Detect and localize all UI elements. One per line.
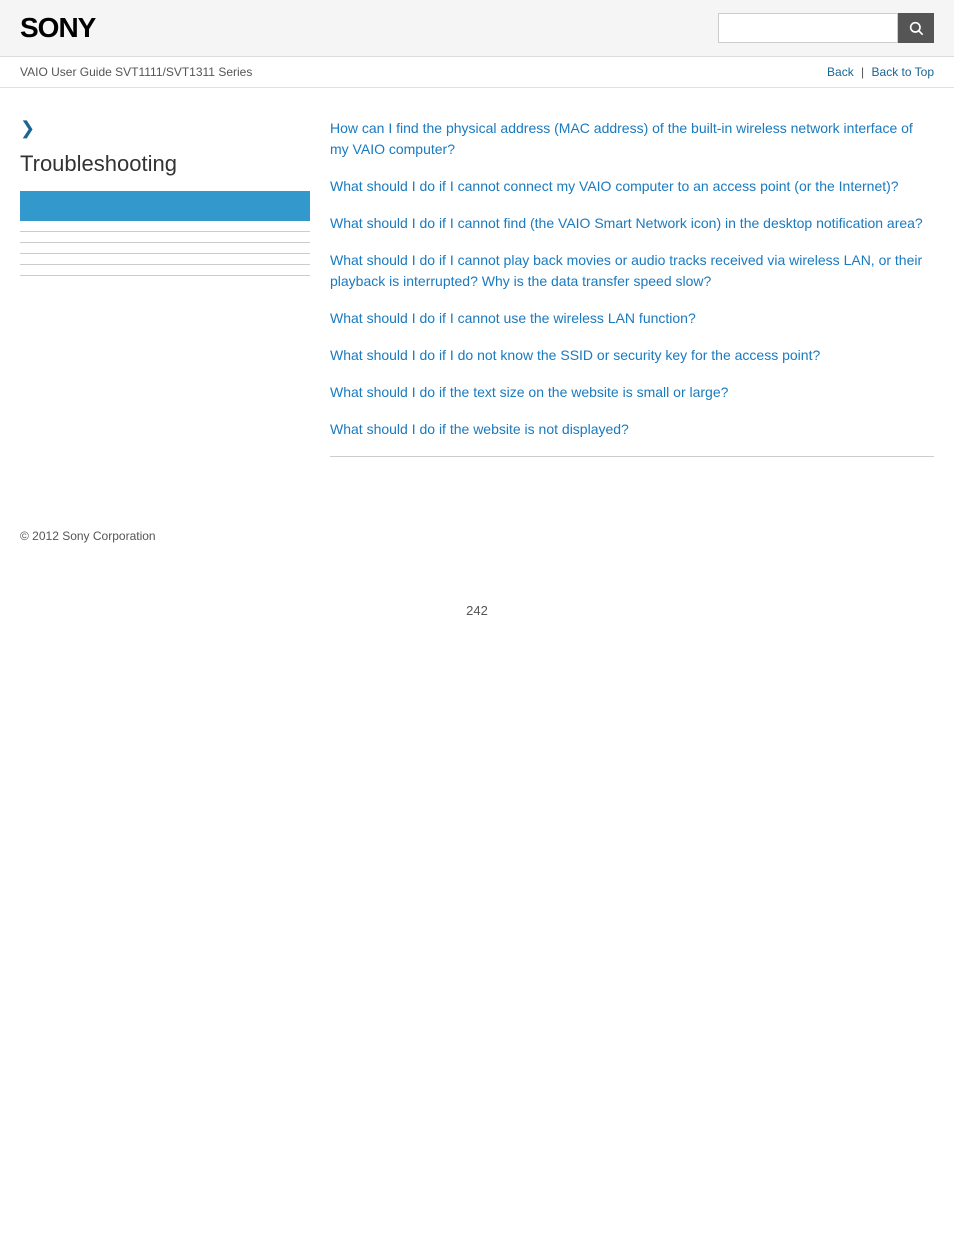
list-item: What should I do if I do not know the SS…: [330, 345, 934, 366]
nav-separator: |: [861, 65, 864, 79]
content-link-7[interactable]: What should I do if the website is not d…: [330, 421, 629, 437]
content-link-2[interactable]: What should I do if I cannot find (the V…: [330, 215, 923, 231]
sidebar-divider-2: [20, 242, 310, 243]
list-item: What should I do if I cannot connect my …: [330, 176, 934, 197]
copyright-text: © 2012 Sony Corporation: [20, 529, 156, 543]
search-area: [718, 13, 934, 43]
back-link[interactable]: Back: [827, 65, 854, 79]
search-button[interactable]: [898, 13, 934, 43]
content-link-3[interactable]: What should I do if I cannot play back m…: [330, 252, 922, 289]
sidebar-title: Troubleshooting: [20, 151, 310, 177]
sidebar-divider-1: [20, 231, 310, 232]
sidebar: ❯ Troubleshooting: [20, 108, 310, 457]
content-link-1[interactable]: What should I do if I cannot connect my …: [330, 178, 899, 194]
nav-links: Back | Back to Top: [827, 65, 934, 79]
content-link-0[interactable]: How can I find the physical address (MAC…: [330, 120, 913, 157]
nav-bar: VAIO User Guide SVT1111/SVT1311 Series B…: [0, 57, 954, 88]
sony-logo: SONY: [20, 12, 95, 44]
content-link-6[interactable]: What should I do if the text size on the…: [330, 384, 728, 400]
list-item: What should I do if the website is not d…: [330, 419, 934, 440]
sidebar-divider-5: [20, 275, 310, 276]
list-item: What should I do if I cannot find (the V…: [330, 213, 934, 234]
sidebar-active-bar: [20, 191, 310, 221]
content-link-5[interactable]: What should I do if I do not know the SS…: [330, 347, 820, 363]
list-item: What should I do if I cannot use the wir…: [330, 308, 934, 329]
list-item: What should I do if the text size on the…: [330, 382, 934, 403]
search-input[interactable]: [718, 13, 898, 43]
page-header: SONY: [0, 0, 954, 57]
guide-title: VAIO User Guide SVT1111/SVT1311 Series: [20, 65, 252, 79]
content-link-4[interactable]: What should I do if I cannot use the wir…: [330, 310, 696, 326]
sidebar-divider-4: [20, 264, 310, 265]
list-item: What should I do if I cannot play back m…: [330, 250, 934, 292]
back-to-top-link[interactable]: Back to Top: [872, 65, 934, 79]
content-links-list: How can I find the physical address (MAC…: [330, 118, 934, 440]
main-content: ❯ Troubleshooting How can I find the phy…: [0, 88, 954, 477]
page-footer: © 2012 Sony Corporation: [0, 507, 954, 563]
sidebar-divider-3: [20, 253, 310, 254]
list-item: How can I find the physical address (MAC…: [330, 118, 934, 160]
content-bottom-divider: [330, 456, 934, 457]
sidebar-arrow-icon: ❯: [20, 118, 310, 139]
page-number: 242: [0, 603, 954, 638]
content-area: How can I find the physical address (MAC…: [330, 108, 934, 457]
search-icon: [908, 20, 924, 36]
